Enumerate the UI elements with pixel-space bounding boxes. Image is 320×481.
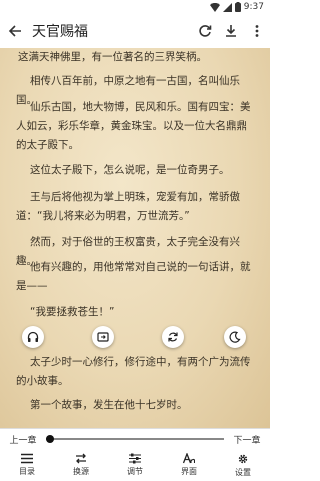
paragraph: 第一个故事，发生在他十七岁时。 <box>30 399 188 411</box>
slider-thumb[interactable] <box>45 435 54 443</box>
tab-label: 换源 <box>73 467 89 476</box>
download-icon <box>226 25 236 37</box>
paragraph: 这满天神佛里，有一位著名的三界笑柄。 <box>18 51 207 63</box>
auto-page-icon <box>97 332 109 342</box>
tab-settings[interactable]: 设置 <box>216 449 270 481</box>
wifi-icon <box>209 2 220 12</box>
status-icons: 9:37 <box>209 1 264 13</box>
tab-label: 界面 <box>181 467 197 476</box>
auto-page-button[interactable] <box>92 326 114 348</box>
status-bar: 9:37 <box>0 0 270 14</box>
download-button[interactable] <box>218 14 244 48</box>
chapter-progress-slider[interactable] <box>45 435 224 443</box>
book-title: 天官赐福 <box>32 24 88 40</box>
list-icon <box>21 453 33 464</box>
app-bar: 天官赐福 <box>0 14 270 48</box>
swap-icon <box>76 453 86 464</box>
back-button[interactable] <box>0 14 30 48</box>
replace-button[interactable] <box>162 326 184 348</box>
reader-page[interactable]: 这满天神佛里，有一位著名的三界笑柄。 相传八百年前，中原之地有一古国，名叫仙乐国… <box>0 48 270 428</box>
refresh-icon <box>199 25 212 37</box>
sliders-icon <box>129 453 141 464</box>
night-mode-button[interactable] <box>224 326 246 348</box>
bottom-toolbar: 目录 换源 调节 界面 设置 <box>0 449 270 481</box>
bottom-panel: 上一章 下一章 目录 换源 调节 界面 设置 <box>0 428 270 481</box>
replace-icon <box>168 332 178 342</box>
font-icon <box>183 453 195 464</box>
arrow-back-icon <box>8 25 21 37</box>
battery-icon <box>234 2 241 12</box>
tab-adjust[interactable]: 调节 <box>108 449 162 481</box>
paragraph: 仙乐古国，地大物博，民风和乐。国有四宝：美人如云，彩乐华章，黄金珠宝。以及一位大… <box>16 101 251 151</box>
paragraph: . <box>16 331 256 350</box>
signal-icon <box>222 2 232 12</box>
next-chapter-button[interactable]: 下一章 <box>224 433 270 446</box>
prev-chapter-button[interactable]: 上一章 <box>0 433 46 446</box>
headphones-icon <box>27 331 39 342</box>
moon-icon <box>229 331 241 343</box>
tab-change-source[interactable]: 换源 <box>54 449 108 481</box>
listen-button[interactable] <box>22 326 44 348</box>
paragraph: 太子少时一心修行，修行途中，有两个广为流传的小故事。 <box>16 356 251 387</box>
chapter-progress-row: 上一章 下一章 <box>0 429 270 449</box>
tab-label: 目录 <box>19 467 35 476</box>
tab-interface[interactable]: 界面 <box>162 449 216 481</box>
tab-label: 设置 <box>235 467 251 477</box>
paragraph: “我要拯救苍生！” <box>30 306 115 318</box>
more-vert-icon <box>255 25 259 37</box>
gear-icon <box>238 454 248 463</box>
more-button[interactable] <box>244 14 270 48</box>
tab-label: 调节 <box>127 467 143 476</box>
tab-catalog[interactable]: 目录 <box>0 449 54 481</box>
paragraph: 这位太子殿下，怎么说呢，是一位奇男子。 <box>30 164 230 176</box>
paragraph: 他有兴趣的，用他常常对自己说的一句话讲，就是—— <box>16 261 251 292</box>
paragraph: 王与后将他视为掌上明珠，宠爱有加，常骄傲道：“我儿将来必为明君，万世流芳。” <box>16 191 240 222</box>
refresh-button[interactable] <box>192 14 218 48</box>
status-time: 9:37 <box>243 2 264 12</box>
